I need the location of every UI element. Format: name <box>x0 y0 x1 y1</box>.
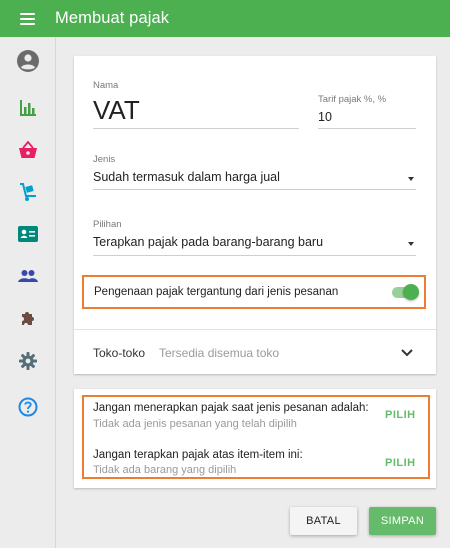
divider <box>74 329 436 330</box>
sidebar-item-inventory[interactable] <box>0 172 56 212</box>
sidebar-item-reports[interactable] <box>0 88 56 128</box>
order-type-tax-row: Pengenaan pajak tergantung dari jenis pe… <box>82 275 426 309</box>
bar-chart-icon <box>20 100 36 116</box>
id-card-icon <box>18 226 38 242</box>
exceptions-highlight-box: Jangan menerapkan pajak saat jenis pesan… <box>82 395 430 479</box>
page-title: Membuat pajak <box>55 9 170 27</box>
sidebar-item-profile[interactable] <box>0 41 56 81</box>
rate-input[interactable]: 10 <box>318 110 332 124</box>
puzzle-icon <box>22 312 34 325</box>
stores-value: Tersedia disemua toko <box>159 346 280 360</box>
stores-label: Toko-toko <box>93 346 146 360</box>
order-type-tax-label: Pengenaan pajak tergantung dari jenis pe… <box>94 286 339 298</box>
sidebar-item-employees[interactable] <box>0 214 56 254</box>
type-underline <box>93 189 416 190</box>
exception-subtitle-items: Tidak ada barang yang dipilih <box>93 464 237 476</box>
help-circle-icon <box>18 397 38 417</box>
sidebar-item-integrations[interactable] <box>0 298 56 338</box>
select-order-types-button[interactable]: PILIH <box>385 409 416 421</box>
app-bar: Membuat pajak <box>0 0 450 37</box>
sidebar-item-settings[interactable] <box>0 341 56 381</box>
hamburger-menu-icon[interactable] <box>20 12 35 25</box>
dolly-cart-icon <box>20 183 36 201</box>
type-select[interactable]: Sudah termasuk dalam harga jual <box>93 170 280 184</box>
sidebar-item-help[interactable] <box>0 387 56 427</box>
exception-title-order-types: Jangan menerapkan pajak saat jenis pesan… <box>93 402 369 414</box>
gear-icon <box>19 352 37 370</box>
select-items-button[interactable]: PILIH <box>385 457 416 469</box>
account-circle-icon <box>17 50 39 72</box>
rate-underline <box>318 128 416 129</box>
option-underline <box>93 255 416 256</box>
option-select[interactable]: Terapkan pajak pada barang-barang baru <box>93 235 323 249</box>
exception-title-items: Jangan terapkan pajak atas item-item ini… <box>93 449 303 461</box>
chevron-down-icon[interactable] <box>400 347 414 359</box>
people-icon <box>18 270 38 282</box>
name-input[interactable]: VAT <box>93 95 140 126</box>
save-button[interactable]: SIMPAN <box>369 507 436 535</box>
sidebar <box>0 37 56 548</box>
name-underline <box>93 128 299 129</box>
rate-label: Tarif pajak %, % <box>318 94 387 105</box>
toggle-thumb[interactable] <box>403 284 419 300</box>
name-label: Nama <box>93 80 119 91</box>
sidebar-item-customers[interactable] <box>0 256 56 296</box>
option-dropdown-icon[interactable] <box>408 242 414 246</box>
shopping-basket-icon <box>19 141 37 158</box>
option-label: Pilihan <box>93 219 122 230</box>
exception-subtitle-order-types: Tidak ada jenis pesanan yang telah dipil… <box>93 418 297 430</box>
sidebar-item-items[interactable] <box>0 130 56 170</box>
type-dropdown-icon[interactable] <box>408 177 414 181</box>
type-label: Jenis <box>93 154 116 165</box>
cancel-button[interactable]: BATAL <box>290 507 357 535</box>
